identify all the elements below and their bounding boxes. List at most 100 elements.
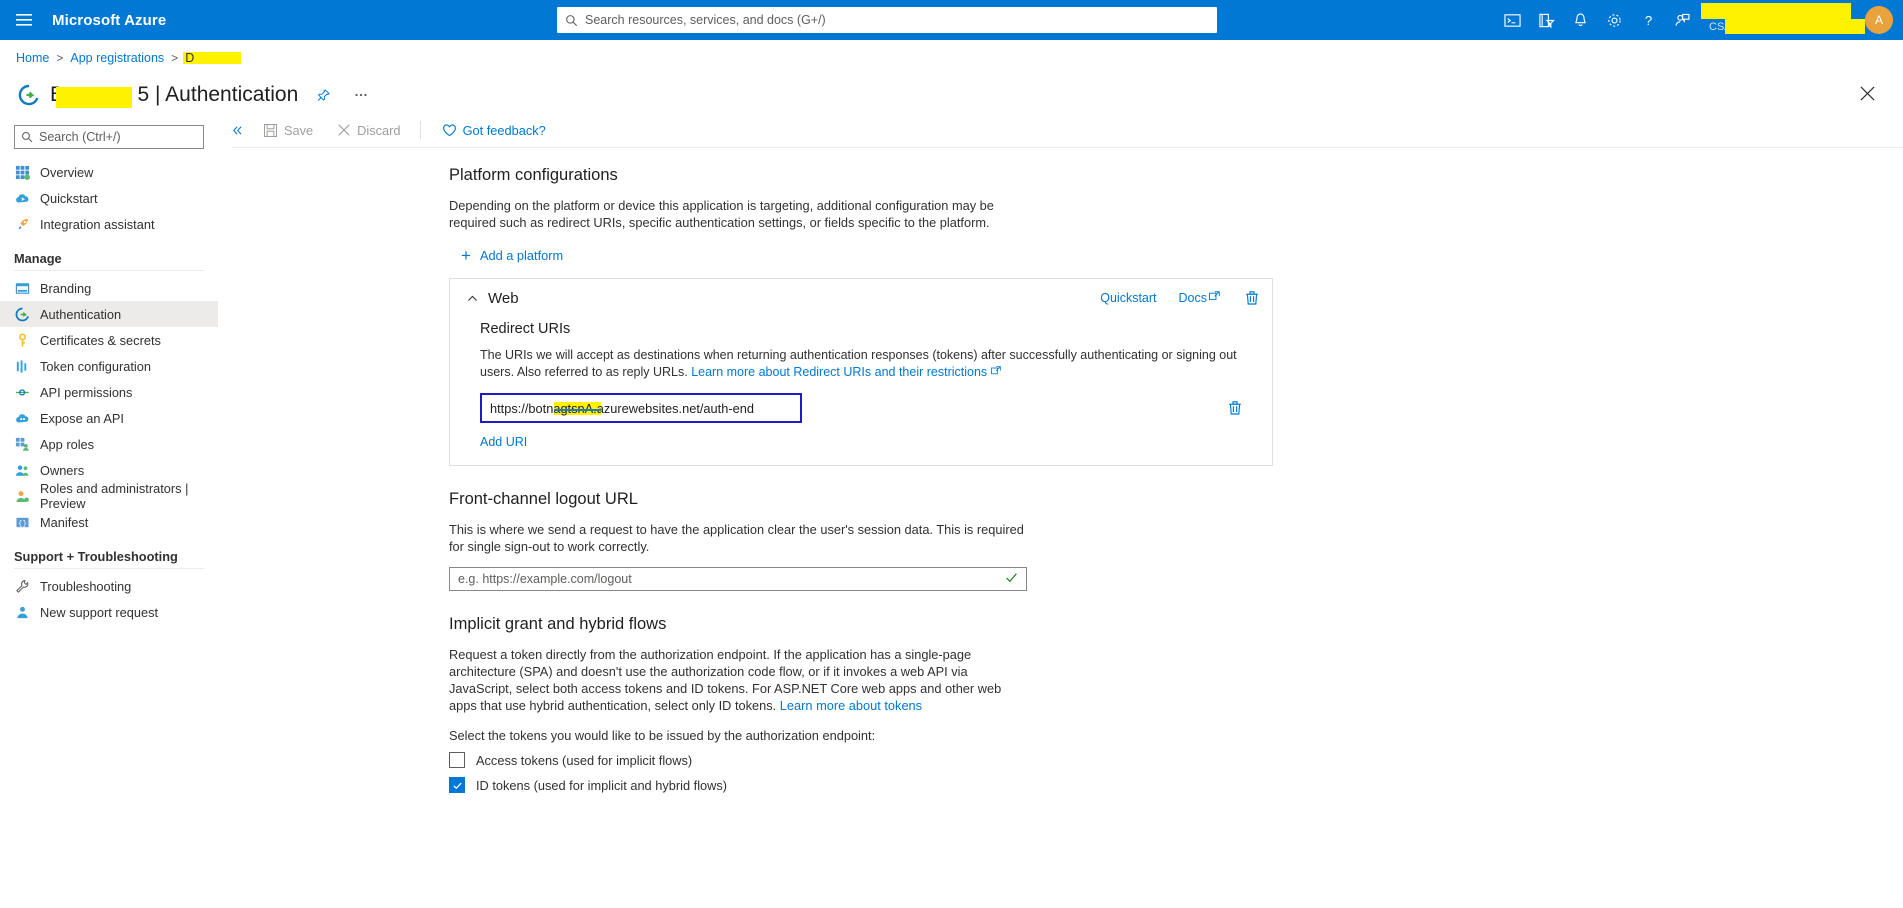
sidebar-item-manifest[interactable]: {} Manifest	[0, 509, 218, 535]
web-platform-card: Web Quickstart Docs Redirect URIs The UR…	[449, 278, 1273, 466]
sidebar-item-label: Quickstart	[40, 190, 98, 206]
page-body: Search (Ctrl+/) Overview Quickstart Inte…	[0, 113, 1903, 908]
breadcrumb-item-home[interactable]: Home	[16, 51, 49, 65]
sidebar-item-label: Expose an API	[40, 410, 124, 426]
implicit-grant-description: Request a token directly from the author…	[449, 646, 1031, 714]
add-uri-button[interactable]: Add URI	[480, 435, 527, 449]
chevron-up-icon[interactable]	[464, 292, 480, 305]
global-search-input[interactable]: Search resources, services, and docs (G+…	[557, 7, 1217, 33]
add-a-platform-label: Add a platform	[479, 248, 564, 263]
front-channel-logout-description: This is where we send a request to have …	[449, 522, 1024, 554]
sidebar-item-quickstart[interactable]: Quickstart	[0, 185, 218, 211]
got-feedback-button[interactable]: Got feedback?	[433, 116, 555, 144]
breadcrumb-separator: >	[56, 51, 64, 65]
notifications-bell-icon[interactable]	[1563, 0, 1597, 40]
breadcrumb-item-current: D	[183, 51, 242, 65]
sidebar-item-owners[interactable]: Owners	[0, 457, 218, 483]
breadcrumb-current-label: D	[185, 51, 195, 65]
redirect-uri-input[interactable]: https://botnagtsnA.azurewebsites.net/aut…	[480, 393, 802, 423]
sidebar-item-branding[interactable]: Branding	[0, 275, 218, 301]
access-tokens-checkbox-row[interactable]: Access tokens (used for implicit flows)	[449, 752, 1903, 768]
avatar[interactable]: A	[1865, 6, 1893, 34]
docs-link[interactable]: Docs	[1179, 291, 1220, 305]
settings-gear-icon[interactable]	[1597, 0, 1631, 40]
global-search-placeholder: Search resources, services, and docs (G+…	[585, 13, 826, 27]
access-tokens-checkbox[interactable]	[449, 752, 465, 768]
token-bars-icon	[14, 358, 30, 374]
divider	[14, 270, 204, 271]
redirect-uri-row: https://botnagtsnA.azurewebsites.net/aut…	[480, 393, 1258, 423]
redirect-uri-value: https://botnagtsnA.azurewebsites.net/aut…	[490, 401, 754, 416]
add-a-platform-button[interactable]: + Add a platform	[461, 247, 563, 264]
id-tokens-checkbox[interactable]	[449, 777, 465, 793]
front-channel-logout-heading: Front-channel logout URL	[449, 490, 638, 508]
app-roles-icon	[14, 436, 30, 452]
front-channel-logout-input[interactable]: e.g. https://example.com/logout	[449, 567, 1027, 591]
id-tokens-checkbox-row[interactable]: ID tokens (used for implicit and hybrid …	[449, 777, 1903, 793]
pin-icon[interactable]	[310, 82, 336, 108]
sidebar-item-label: Authentication	[40, 306, 122, 322]
page-title-suffix: 5	[137, 83, 150, 106]
account-email-redaction	[1701, 3, 1851, 19]
sidebar-item-expose-an-api[interactable]: Expose an API	[0, 405, 218, 431]
external-link-icon	[987, 365, 1001, 379]
implicit-grant-learn-more-link[interactable]: Learn more about tokens	[780, 698, 922, 713]
expose-api-cloud-icon	[14, 410, 30, 426]
sidebar-item-app-roles[interactable]: App roles	[0, 431, 218, 457]
roles-admins-icon	[14, 488, 30, 504]
search-icon	[21, 131, 33, 143]
wrench-icon	[14, 578, 30, 594]
divider	[419, 121, 421, 139]
sidebar-group-support-header: Support + Troubleshooting	[14, 549, 178, 564]
sidebar-item-integration-assistant[interactable]: Integration assistant	[0, 211, 218, 237]
feedback-person-icon[interactable]	[1665, 0, 1699, 40]
sidebar-item-troubleshooting[interactable]: Troubleshooting	[0, 573, 218, 599]
sidebar-item-roles-and-administrators[interactable]: Roles and administrators | Preview	[0, 481, 218, 511]
redirect-uris-learn-more-link[interactable]: Learn more about Redirect URIs and their…	[691, 365, 987, 379]
sidebar-item-label: Branding	[40, 280, 92, 296]
hamburger-icon[interactable]	[0, 0, 48, 40]
chevron-double-left-icon[interactable]	[226, 116, 248, 144]
page-title-redaction	[56, 87, 132, 108]
overview-grid-icon	[14, 164, 30, 180]
discard-button[interactable]: Discard	[328, 116, 409, 144]
sidebar-search-input[interactable]: Search (Ctrl+/)	[14, 125, 204, 149]
plus-icon: +	[461, 246, 471, 265]
save-button[interactable]: Save	[254, 116, 322, 144]
svg-text:{}: {}	[17, 520, 26, 528]
top-navigation-bar: Microsoft Azure Search resources, servic…	[0, 0, 1903, 40]
cloud-shell-icon[interactable]	[1495, 0, 1529, 40]
sidebar-item-label: App roles	[40, 436, 95, 452]
sidebar-item-api-permissions[interactable]: API permissions	[0, 379, 218, 405]
save-label: Save	[284, 122, 314, 138]
redirect-uri-strikethrough	[554, 409, 601, 411]
page-title-section: | Authentication	[155, 83, 299, 106]
azure-brand-title[interactable]: Microsoft Azure	[52, 12, 166, 29]
account-menu[interactable]: admin@csa2tenant.on... CSATENANT2	[1699, 0, 1865, 40]
sidebar-item-authentication[interactable]: Authentication	[0, 301, 218, 327]
sidebar-item-certificates-secrets[interactable]: Certificates & secrets	[0, 327, 218, 353]
directory-filter-icon[interactable]	[1529, 0, 1563, 40]
sidebar-item-label: New support request	[40, 604, 159, 620]
breadcrumb: Home > App registrations > D	[0, 45, 1903, 71]
delete-redirect-uri-icon[interactable]	[1227, 400, 1243, 416]
svg-text:?: ?	[1644, 13, 1651, 28]
delete-platform-icon[interactable]	[1244, 290, 1260, 306]
sidebar-group-manage-header: Manage	[14, 251, 62, 266]
help-question-icon[interactable]: ?	[1631, 0, 1665, 40]
ellipsis-icon[interactable]	[348, 82, 374, 108]
sidebar-item-new-support-request[interactable]: New support request	[0, 599, 218, 625]
sidebar-item-token-configuration[interactable]: Token configuration	[0, 353, 218, 379]
sidebar: Search (Ctrl+/) Overview Quickstart Inte…	[0, 113, 218, 908]
checkmark-icon	[1005, 571, 1018, 587]
authentication-icon	[14, 306, 30, 322]
web-platform-card-body: Redirect URIs The URIs we will accept as…	[450, 321, 1272, 449]
close-icon[interactable]	[1855, 81, 1879, 105]
key-icon	[14, 332, 30, 348]
breadcrumb-item-app-registrations[interactable]: App registrations	[70, 51, 164, 65]
quickstart-link[interactable]: Quickstart	[1100, 291, 1156, 305]
sidebar-item-overview[interactable]: Overview	[0, 159, 218, 185]
sidebar-search-placeholder: Search (Ctrl+/)	[39, 130, 121, 144]
discard-x-icon	[337, 123, 351, 137]
implicit-grant-heading: Implicit grant and hybrid flows	[449, 615, 667, 633]
